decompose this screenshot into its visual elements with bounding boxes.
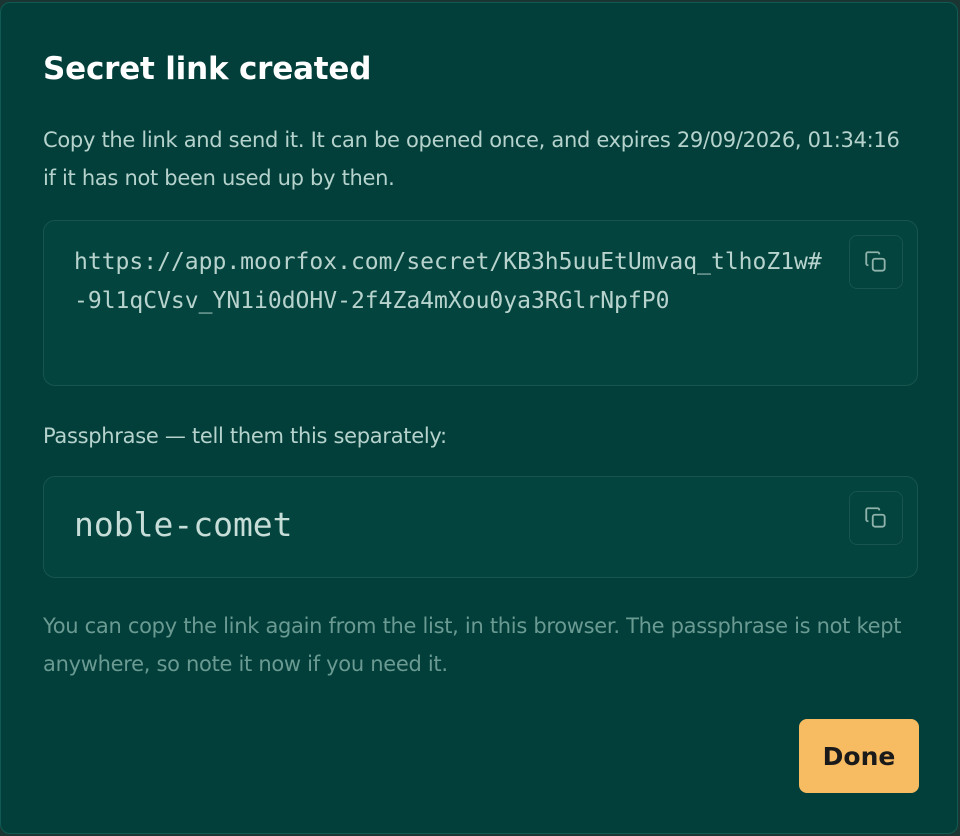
link-box: https://app.moorfox.com/secret/KB3h5uuEt… xyxy=(43,220,918,386)
copy-link-button[interactable] xyxy=(849,235,903,289)
copy-icon xyxy=(863,249,889,275)
secret-link-dialog: Secret link created Copy the link and se… xyxy=(0,2,958,834)
passphrase-box: noble-comet xyxy=(43,476,918,578)
done-button[interactable]: Done xyxy=(799,719,919,793)
copy-passphrase-button[interactable] xyxy=(849,491,903,545)
copy-icon xyxy=(863,505,889,531)
dialog-description: Copy the link and send it. It can be ope… xyxy=(43,128,900,190)
dialog-note: You can copy the link again from the lis… xyxy=(43,614,902,676)
dialog-title: Secret link created xyxy=(43,51,372,87)
passphrase-label: Passphrase — tell them this separately: xyxy=(43,424,447,448)
passphrase-value[interactable]: noble-comet xyxy=(74,502,293,548)
secret-link-url[interactable]: https://app.moorfox.com/secret/KB3h5uuEt… xyxy=(74,243,834,321)
